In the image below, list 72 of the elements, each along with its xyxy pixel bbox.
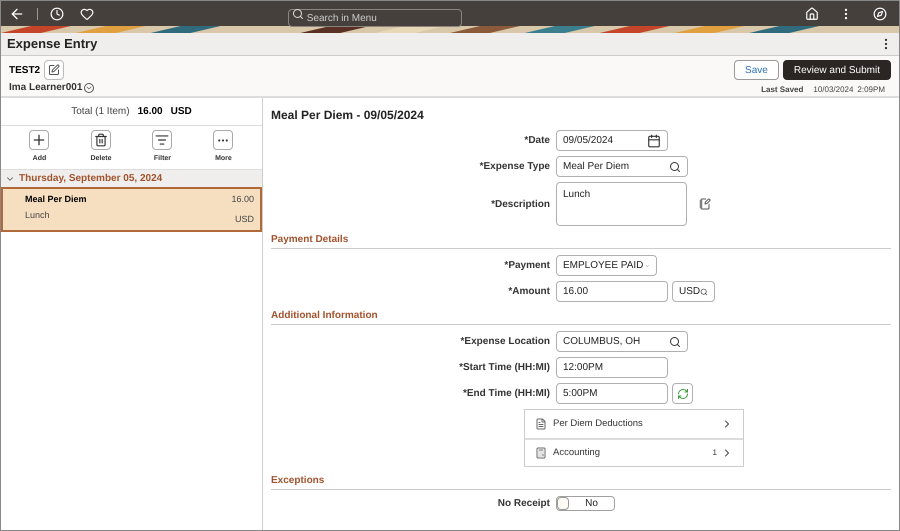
field-label: *Expense Location: [460, 336, 550, 347]
back-icon[interactable]: [9, 6, 25, 22]
last-saved-label: Last Saved: [761, 84, 804, 96]
total-amount: 16.00: [138, 105, 163, 119]
more-icon: [218, 138, 228, 142]
filter-icon: [155, 133, 170, 148]
amount-field[interactable]: 16.00: [556, 281, 668, 302]
item-description: Lunch: [25, 208, 51, 222]
total-label: Total (1 Item): [71, 105, 130, 119]
search-icon: [669, 336, 681, 348]
document-icon: [535, 418, 547, 430]
field-label: *End Time (HH:MI): [462, 388, 550, 399]
total-currency: USD: [170, 105, 192, 119]
last-saved-time: 2:09PM: [857, 84, 885, 96]
save-button[interactable]: Save: [734, 60, 779, 80]
date-field[interactable]: 09/05/2024: [556, 130, 668, 151]
field-label: *Payment: [504, 260, 550, 271]
search-icon: [669, 160, 681, 172]
item-currency: USD: [234, 212, 254, 226]
field-label: *Date: [524, 135, 550, 146]
report-name: TEST2: [9, 64, 40, 78]
action-button[interactable]: [90, 130, 111, 150]
link-label: Per Diem Deductions: [553, 416, 643, 431]
calculator-icon: [535, 447, 547, 459]
note-icon[interactable]: [699, 198, 711, 210]
search-field[interactable]: Search in Menu: [288, 9, 462, 27]
last-saved-date: 10/03/2024: [813, 84, 854, 96]
currency-field[interactable]: USD: [672, 281, 715, 302]
trash-icon: [94, 133, 108, 148]
date-group-header[interactable]: Thursday, September 05, 2024: [1, 170, 262, 187]
payment-dropdown[interactable]: EMPLOYEE PAID: [556, 255, 657, 276]
heart-icon[interactable]: [80, 6, 94, 20]
field-label: No Receipt: [498, 498, 550, 509]
search-field[interactable]: COLUMBUS, OH: [556, 331, 688, 352]
section-heading: Additional Information: [271, 310, 378, 321]
link-label: Accounting: [553, 446, 600, 460]
search-icon: [292, 8, 304, 20]
edit-icon: [48, 64, 60, 76]
date-group-label: Thursday, September 05, 2024: [19, 172, 162, 186]
field-label: *Start Time (HH:MI): [459, 362, 550, 373]
time-field[interactable]: 12:00PM: [556, 357, 668, 378]
home-icon[interactable]: [805, 6, 819, 20]
link-count: 1: [712, 447, 717, 459]
link-row[interactable]: Per Diem Deductions: [525, 410, 743, 438]
item-title: Meal Per Diem: [25, 193, 87, 206]
section-heading: Exceptions: [271, 475, 324, 486]
field-label: *Description: [491, 198, 550, 210]
action-button[interactable]: [29, 130, 50, 150]
refresh-button[interactable]: [672, 383, 693, 404]
field-label: *Expense Type: [480, 161, 550, 172]
calendar-icon: [647, 134, 661, 148]
expense-item[interactable]: Meal Per Diem Lunch 16.00 USD: [1, 187, 262, 232]
toggle-switch[interactable]: No: [556, 496, 615, 511]
time-field[interactable]: 5:00PM: [556, 383, 668, 404]
submit-button[interactable]: Review and Submit: [782, 60, 891, 80]
edit-button[interactable]: [44, 60, 64, 80]
field-label: *Amount: [508, 286, 550, 297]
search-icon: [700, 286, 708, 298]
search-field[interactable]: Meal Per Diem: [556, 156, 688, 177]
expand-button[interactable]: [84, 82, 94, 92]
employee-name: Ima Learner001: [9, 81, 82, 95]
action-button[interactable]: [213, 130, 234, 150]
detail-title: Meal Per Diem - 09/05/2024: [271, 107, 425, 124]
page-title: Expense Entry: [7, 35, 98, 54]
link-row[interactable]: Accounting 1: [525, 438, 743, 466]
action-button[interactable]: [152, 130, 172, 150]
compass-icon[interactable]: [873, 6, 887, 20]
refresh-icon: [676, 388, 688, 400]
section-heading: Payment Details: [271, 234, 348, 245]
item-amount: 16.00: [231, 193, 254, 206]
clock-icon[interactable]: [50, 6, 64, 20]
description-field[interactable]: Lunch: [556, 182, 687, 226]
